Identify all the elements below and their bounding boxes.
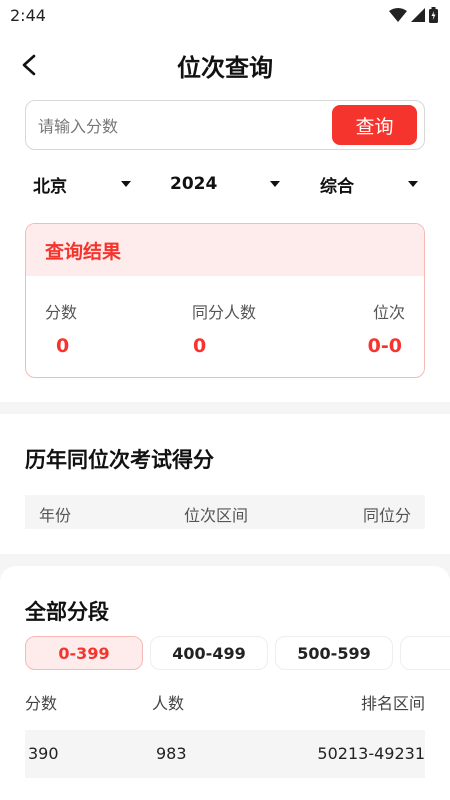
history-section: 历年同位次考试得分 年份 位次区间 同位分 bbox=[0, 414, 450, 554]
segment-col-rank-range: 排名区间 bbox=[360, 694, 425, 713]
result-score-value: 0 bbox=[56, 335, 70, 357]
history-title: 历年同位次考试得分 bbox=[25, 448, 214, 472]
subject-select[interactable]: 综合 bbox=[320, 166, 418, 202]
segment-tabs: 0-399 400-499 500-599 bbox=[25, 636, 450, 670]
result-same-count-value: 0 bbox=[193, 335, 207, 357]
year-select[interactable]: 2024 bbox=[170, 166, 280, 202]
wifi-icon bbox=[389, 8, 407, 22]
segment-title: 全部分段 bbox=[25, 600, 109, 624]
segment-section: 全部分段 0-399 400-499 500-599 分数 人数 排名区间 39… bbox=[0, 566, 450, 800]
caret-down-icon bbox=[408, 181, 418, 187]
region-select[interactable]: 北京 bbox=[33, 166, 131, 202]
page-title: 位次查询 bbox=[177, 54, 273, 82]
region-select-value: 北京 bbox=[33, 176, 67, 197]
query-section: 查询 北京 2024 综合 查询结果 分数 同分人数 位次 0 0 0-0 bbox=[0, 96, 450, 402]
segment-col-count: 人数 bbox=[152, 694, 185, 713]
result-card: 查询结果 分数 同分人数 位次 0 0 0-0 bbox=[25, 223, 425, 378]
segment-col-score: 分数 bbox=[25, 694, 58, 713]
history-col-rank-range: 位次区间 bbox=[184, 506, 249, 525]
row-count: 983 bbox=[156, 744, 187, 763]
result-same-count-label: 同分人数 bbox=[192, 303, 257, 322]
history-col-year: 年份 bbox=[39, 506, 72, 525]
battery-icon bbox=[429, 7, 438, 23]
filter-row: 北京 2024 综合 bbox=[0, 166, 450, 202]
status-icons bbox=[389, 7, 438, 23]
segment-tab-500-599[interactable]: 500-599 bbox=[275, 636, 393, 670]
subject-select-value: 综合 bbox=[320, 176, 354, 197]
segment-tab-more[interactable] bbox=[400, 636, 450, 670]
segment-tab-400-499[interactable]: 400-499 bbox=[150, 636, 268, 670]
score-input[interactable] bbox=[38, 111, 328, 141]
row-rank-range: 50213-49231 bbox=[317, 744, 425, 763]
search-box: 查询 bbox=[25, 100, 425, 150]
nav-bar: 位次查询 bbox=[0, 32, 450, 96]
result-title: 查询结果 bbox=[26, 224, 424, 276]
history-col-equivalent-score: 同位分 bbox=[362, 506, 411, 525]
query-button[interactable]: 查询 bbox=[332, 105, 417, 145]
signal-icon bbox=[411, 8, 425, 22]
status-time: 2:44 bbox=[10, 6, 46, 25]
result-rank-value: 0-0 bbox=[367, 335, 402, 357]
result-score-label: 分数 bbox=[45, 303, 78, 322]
caret-down-icon bbox=[121, 181, 131, 187]
segment-tab-0-399[interactable]: 0-399 bbox=[25, 636, 143, 670]
table-row: 390 983 50213-49231 bbox=[25, 730, 425, 778]
caret-down-icon bbox=[270, 181, 280, 187]
status-bar: 2:44 bbox=[0, 0, 450, 32]
row-score: 390 bbox=[28, 744, 59, 763]
result-rank-label: 位次 bbox=[372, 303, 405, 322]
year-select-value: 2024 bbox=[170, 174, 218, 194]
history-table-header: 年份 位次区间 同位分 bbox=[25, 495, 425, 529]
